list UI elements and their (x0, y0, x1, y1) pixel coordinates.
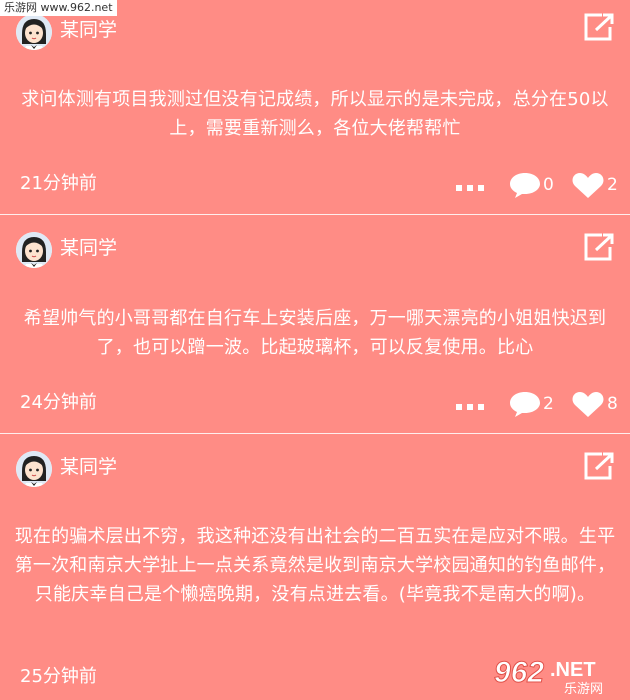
divider (0, 433, 630, 434)
site-watermark: 乐游网 www.962.net (0, 0, 117, 16)
comment-count: 2 (543, 394, 554, 414)
post-content: 希望帅气的小哥哥都在自行车上安装后座，万一哪天漂亮的小姐姐快迟到了，也可以蹭一波… (23, 308, 607, 358)
comment-icon[interactable] (508, 171, 542, 199)
svg-text:.NET: .NET (550, 659, 596, 681)
logo-962-icon: 962 .NET 乐游网 (488, 652, 626, 697)
comment-icon[interactable] (508, 390, 542, 418)
share-icon[interactable] (582, 232, 616, 262)
heart-icon[interactable] (571, 390, 605, 418)
post-time: 21分钟前 (20, 173, 97, 194)
avatar[interactable] (16, 451, 52, 487)
post-time: 25分钟前 (20, 666, 97, 687)
divider (0, 214, 630, 215)
avatar-girl-icon (16, 14, 52, 50)
share-icon[interactable] (582, 12, 616, 42)
more-icon[interactable] (456, 178, 484, 191)
avatar[interactable] (16, 232, 52, 268)
username[interactable]: 某同学 (60, 235, 117, 261)
like-count: 8 (607, 394, 618, 414)
svg-text:962: 962 (494, 656, 544, 689)
avatar-girl-icon (16, 232, 52, 268)
like-count: 2 (607, 175, 618, 195)
more-icon[interactable] (456, 397, 484, 410)
username[interactable]: 某同学 (60, 17, 117, 43)
post-content: 现在的骗术层出不穷，我这种还没有出社会的二百五实在是应对不暇。生平第一次和南京大… (14, 526, 616, 605)
heart-icon[interactable] (571, 171, 605, 199)
site-logo-watermark: 962 .NET 乐游网 (488, 648, 626, 698)
svg-text:乐游网: 乐游网 (564, 682, 603, 697)
avatar-girl-icon (16, 451, 52, 487)
comment-count: 0 (543, 175, 554, 195)
post-time: 24分钟前 (20, 392, 97, 413)
avatar[interactable] (16, 14, 52, 50)
post-content: 求问体测有项目我测过但没有记成绩，所以显示的是未完成，总分在50以上，需要重新测… (21, 89, 609, 139)
share-icon[interactable] (582, 451, 616, 481)
username[interactable]: 某同学 (60, 454, 117, 480)
